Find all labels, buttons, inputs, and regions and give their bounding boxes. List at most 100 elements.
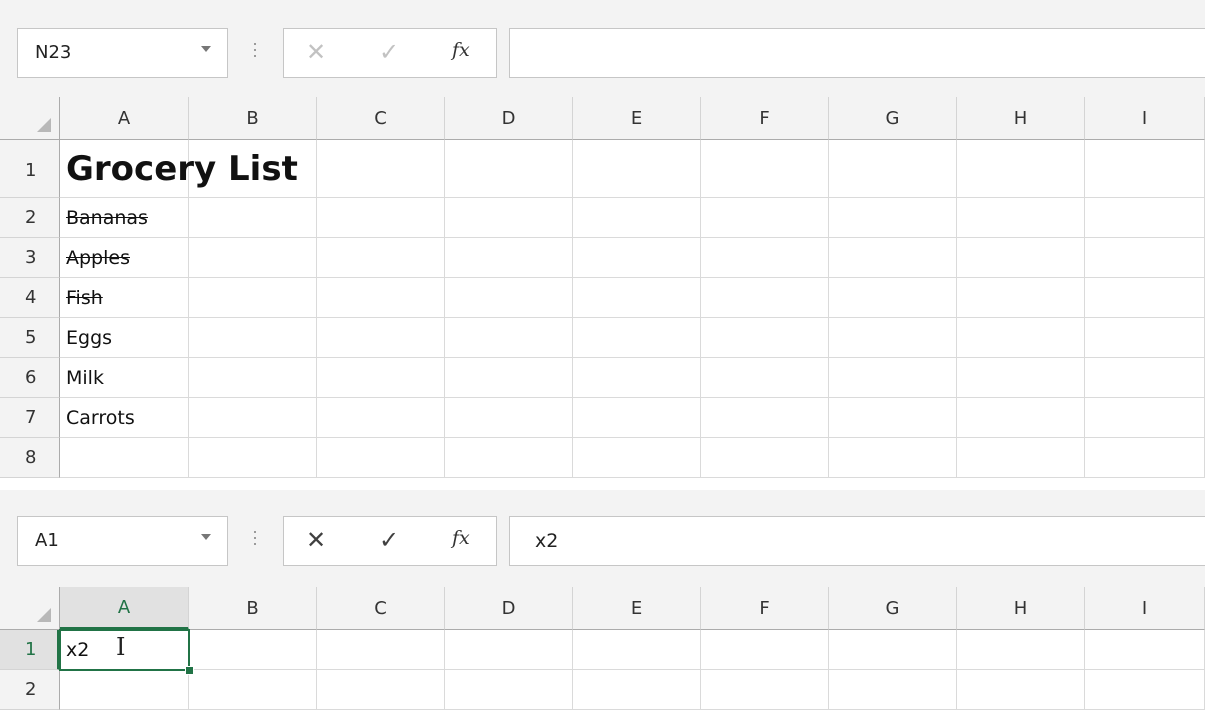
cell[interactable] xyxy=(445,198,573,238)
cell[interactable] xyxy=(957,140,1085,198)
cell[interactable] xyxy=(829,318,957,358)
cell[interactable] xyxy=(957,238,1085,278)
row-header-6[interactable]: 6 xyxy=(0,358,60,398)
cell[interactable] xyxy=(1085,438,1205,478)
column-header-c[interactable]: C xyxy=(317,97,445,140)
insert-function-icon[interactable]: fx xyxy=(452,39,470,61)
cell-a5[interactable]: Eggs xyxy=(66,327,112,349)
cell[interactable] xyxy=(1085,398,1205,438)
cell-a7[interactable]: Carrots xyxy=(66,407,135,429)
cell[interactable] xyxy=(1085,278,1205,318)
column-header-d[interactable]: D xyxy=(445,97,573,140)
cell[interactable] xyxy=(573,438,701,478)
column-header-h[interactable]: H xyxy=(957,97,1085,140)
column-header-i[interactable]: I xyxy=(1085,587,1205,630)
row-header-1[interactable]: 1 xyxy=(0,630,60,670)
cell[interactable] xyxy=(957,358,1085,398)
cell[interactable] xyxy=(445,438,573,478)
cell-a1[interactable]: Grocery List xyxy=(66,149,298,189)
cell[interactable] xyxy=(1085,198,1205,238)
cell[interactable] xyxy=(317,398,445,438)
cell[interactable] xyxy=(445,398,573,438)
cell[interactable] xyxy=(701,358,829,398)
cell[interactable] xyxy=(829,358,957,398)
cancel-icon[interactable]: ✕ xyxy=(306,526,326,554)
row-header-5[interactable]: 5 xyxy=(0,318,60,358)
name-box[interactable]: N23 xyxy=(17,28,228,78)
cell[interactable] xyxy=(701,318,829,358)
column-header-a[interactable]: A xyxy=(60,587,189,630)
formula-input[interactable] xyxy=(509,28,1205,78)
cell[interactable] xyxy=(573,358,701,398)
column-header-h[interactable]: H xyxy=(957,587,1085,630)
cell[interactable] xyxy=(957,278,1085,318)
enter-icon[interactable]: ✓ xyxy=(379,526,399,554)
insert-function-icon[interactable]: fx xyxy=(452,527,470,549)
row-header-2[interactable]: 2 xyxy=(0,198,60,238)
enter-icon[interactable]: ✓ xyxy=(379,38,399,66)
cell[interactable] xyxy=(189,438,317,478)
fill-handle[interactable] xyxy=(185,666,194,675)
cell-a2[interactable]: Bananas xyxy=(66,207,148,229)
cell[interactable] xyxy=(189,238,317,278)
row-header-3[interactable]: 3 xyxy=(0,238,60,278)
cell[interactable] xyxy=(573,670,701,710)
chevron-down-icon[interactable] xyxy=(201,46,211,52)
cell[interactable] xyxy=(829,140,957,198)
cell[interactable] xyxy=(317,278,445,318)
cell[interactable] xyxy=(445,238,573,278)
cell[interactable] xyxy=(957,198,1085,238)
cell[interactable] xyxy=(189,670,317,710)
column-header-a[interactable]: A xyxy=(60,97,189,140)
cell[interactable] xyxy=(957,630,1085,670)
cell[interactable] xyxy=(573,140,701,198)
cell[interactable] xyxy=(701,438,829,478)
cell[interactable] xyxy=(573,398,701,438)
cell[interactable] xyxy=(957,318,1085,358)
cell[interactable] xyxy=(829,670,957,710)
cell[interactable] xyxy=(1085,140,1205,198)
cell[interactable] xyxy=(317,670,445,710)
cell[interactable] xyxy=(829,278,957,318)
cell[interactable] xyxy=(701,670,829,710)
cell[interactable] xyxy=(701,278,829,318)
cell[interactable] xyxy=(957,438,1085,478)
cell[interactable] xyxy=(60,670,189,710)
cell[interactable] xyxy=(189,630,317,670)
cell[interactable] xyxy=(189,358,317,398)
cell[interactable] xyxy=(701,140,829,198)
cell[interactable] xyxy=(189,318,317,358)
cell[interactable] xyxy=(829,238,957,278)
column-header-b[interactable]: B xyxy=(189,587,317,630)
cell[interactable] xyxy=(957,398,1085,438)
column-header-g[interactable]: G xyxy=(829,97,957,140)
grip-icon[interactable] xyxy=(253,43,257,61)
chevron-down-icon[interactable] xyxy=(201,534,211,540)
cell[interactable] xyxy=(573,278,701,318)
cancel-icon[interactable]: ✕ xyxy=(306,38,326,66)
cell[interactable] xyxy=(445,278,573,318)
cell[interactable] xyxy=(829,630,957,670)
row-header-7[interactable]: 7 xyxy=(0,398,60,438)
cell[interactable] xyxy=(701,238,829,278)
row-header-1[interactable]: 1 xyxy=(0,140,60,198)
grip-icon[interactable] xyxy=(253,531,257,549)
cell[interactable] xyxy=(445,358,573,398)
cell[interactable] xyxy=(573,238,701,278)
cell-a6[interactable]: Milk xyxy=(66,367,104,389)
cell[interactable] xyxy=(701,398,829,438)
cell[interactable] xyxy=(317,198,445,238)
cell[interactable] xyxy=(189,198,317,238)
column-header-i[interactable]: I xyxy=(1085,97,1205,140)
name-box[interactable]: A1 xyxy=(17,516,228,566)
cell[interactable] xyxy=(317,318,445,358)
cell[interactable] xyxy=(573,318,701,358)
cell[interactable] xyxy=(60,438,189,478)
cell[interactable] xyxy=(445,670,573,710)
column-header-f[interactable]: F xyxy=(701,97,829,140)
row-header-8[interactable]: 8 xyxy=(0,438,60,478)
cell[interactable] xyxy=(317,630,445,670)
cell[interactable] xyxy=(317,358,445,398)
cell[interactable] xyxy=(317,238,445,278)
cell-a3[interactable]: Apples xyxy=(66,247,130,269)
